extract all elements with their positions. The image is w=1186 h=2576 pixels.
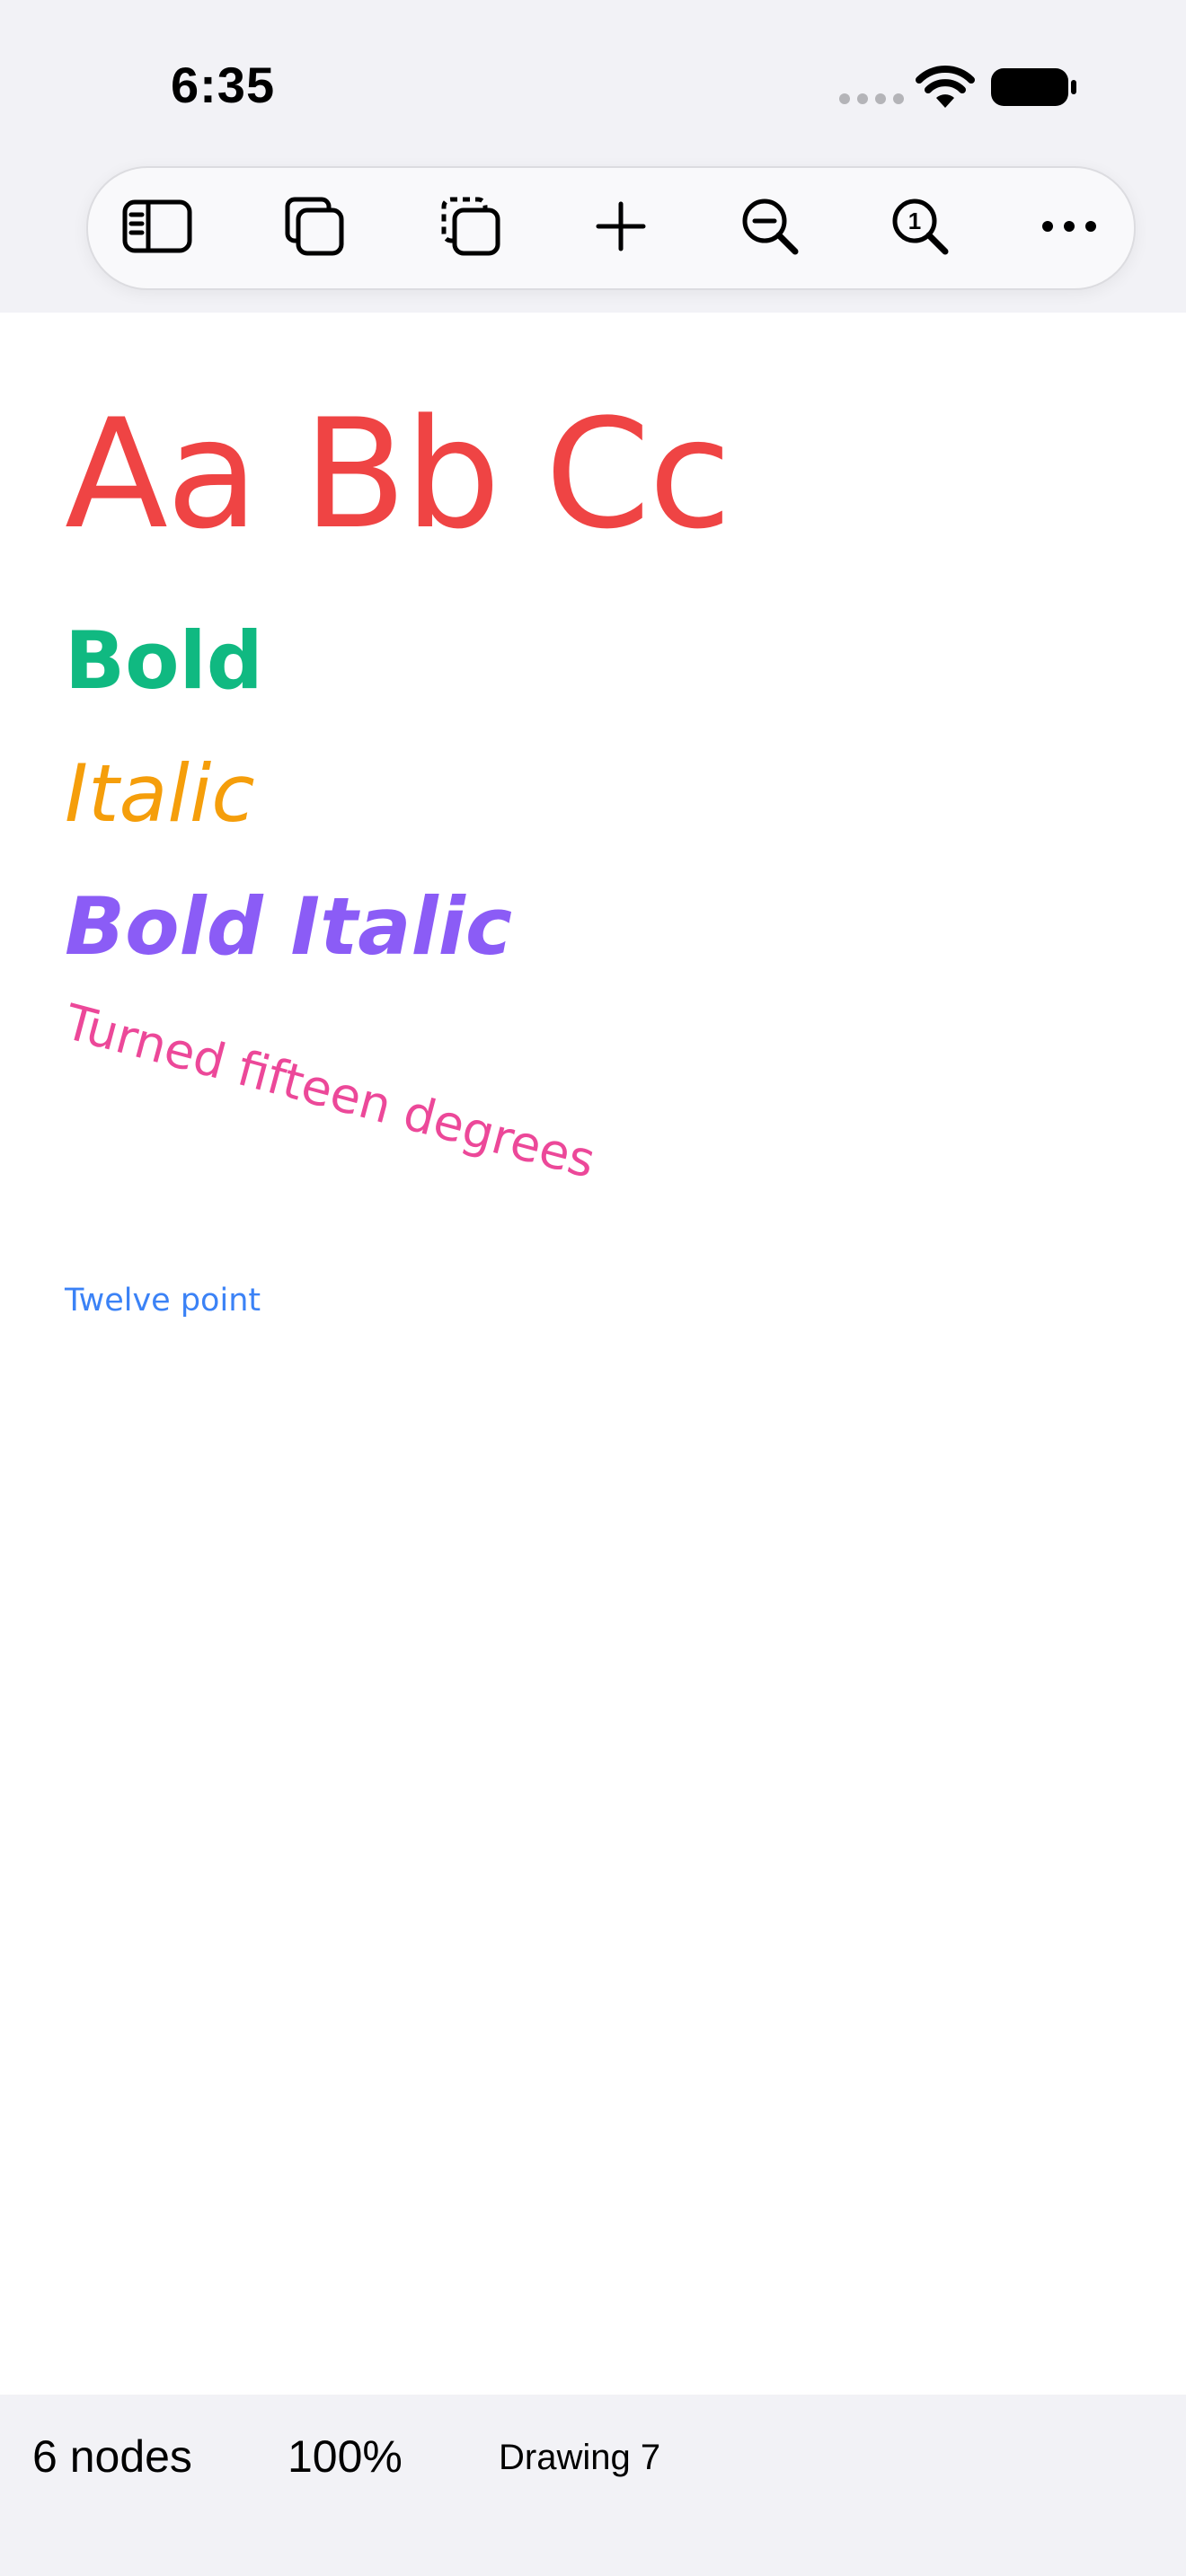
zoom-out-button[interactable] [716,166,824,287]
text-node-bold[interactable]: Bold [65,614,263,707]
text-node-large[interactable]: Aa Bb Cc [65,386,731,562]
dashed-copy-icon [441,197,500,256]
actual-size-button[interactable]: 1 [866,166,974,287]
duplicate-button[interactable] [261,166,368,287]
add-button[interactable] [567,166,675,287]
plus-icon [596,201,646,251]
text-node-rotated[interactable]: Turned fifteen degrees [59,993,601,1189]
text-node-italic[interactable]: Italic [65,747,255,840]
duplicate-icon [285,197,344,256]
actual-size-glyph: 1 [908,207,921,234]
status-time: 6:35 [171,57,276,113]
zoom-out-icon [742,198,799,255]
copy-selection-button[interactable] [417,166,525,287]
text-node-small[interactable]: Twelve point [65,1283,261,1319]
text-node-bold-italic[interactable]: Bold Italic [65,880,512,973]
ellipsis-icon [1042,221,1096,232]
toggle-sidebar-button[interactable] [103,166,211,287]
toolbar-buttons: 1 [86,166,1132,287]
zoom-actual-size-icon: 1 [892,198,949,255]
drawing-canvas[interactable]: Aa Bb Cc Bold Italic Bold Italic Turned … [0,313,1186,2395]
node-count: 6 nodes [32,2431,192,2482]
more-button[interactable] [1015,166,1123,287]
battery-icon [991,68,1076,106]
bottom-status-bar: 6 nodes 100% Drawing 7 [0,2395,1186,2576]
document-name: Drawing 7 [499,2438,661,2477]
zoom-level[interactable]: 100% [288,2430,403,2483]
wifi-icon [916,66,975,108]
sidebar-icon [122,199,192,253]
cellular-signal-icon [839,93,904,104]
